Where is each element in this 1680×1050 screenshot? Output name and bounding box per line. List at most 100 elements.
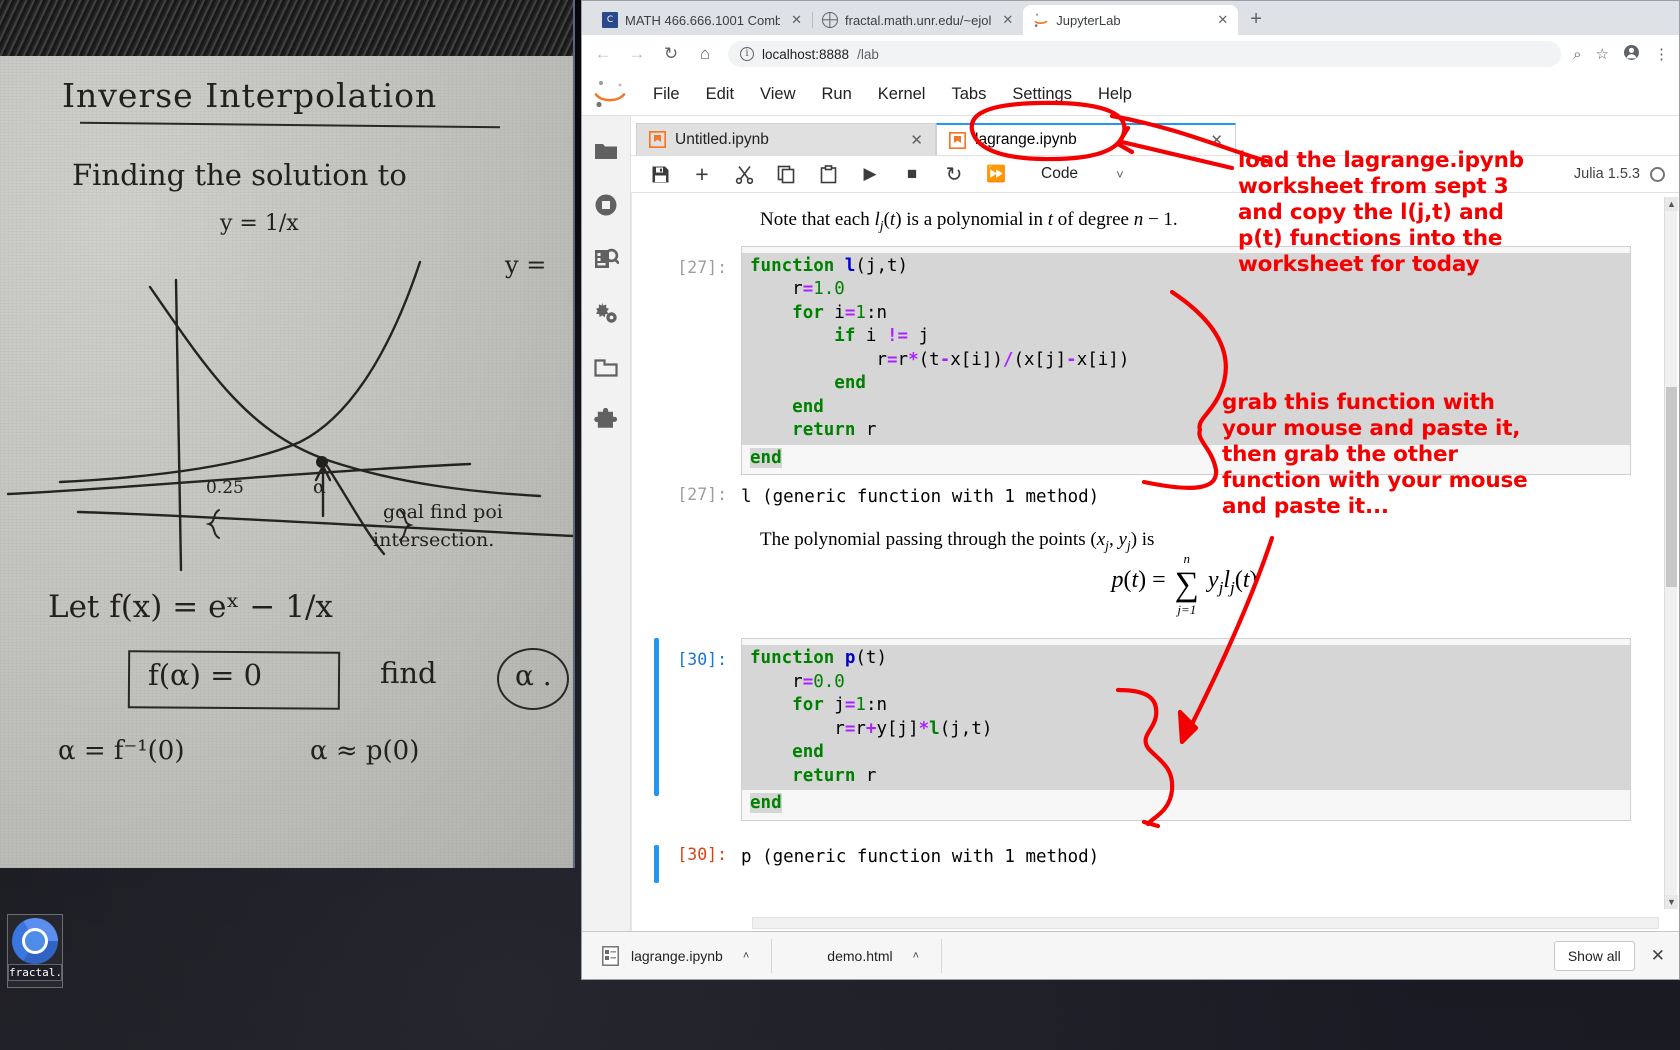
menu-file[interactable]: File <box>640 85 693 104</box>
url-host: localhost:8888 <box>762 47 849 62</box>
save-icon[interactable] <box>639 159 681 189</box>
chrome-menu-icon[interactable]: ⋮ <box>1654 45 1669 63</box>
markdown-cell-polynomial[interactable]: The polynomial passing through the point… <box>632 511 1679 616</box>
file-browser-icon[interactable] <box>593 138 619 164</box>
desktop-icon-chromium[interactable]: fractal.m <box>8 915 62 987</box>
notebook-vertical-scrollbar[interactable]: ▲ ▼ <box>1664 197 1677 909</box>
browser-tab-jupyterlab[interactable]: JupyterLab ✕ <box>1023 5 1238 35</box>
browser-tab-title: JupyterLab <box>1056 13 1120 28</box>
notebook-tab-label: lagrange.ipynb <box>975 131 1201 149</box>
menu-help[interactable]: Help <box>1085 85 1145 104</box>
profile-avatar-icon[interactable] <box>1623 44 1640 65</box>
back-icon[interactable]: ← <box>592 44 614 64</box>
notes-label-yx: y = 1/x <box>220 211 299 236</box>
close-icon[interactable]: ✕ <box>1651 946 1665 966</box>
close-icon[interactable]: ✕ <box>910 131 923 149</box>
notebook-scroll-area[interactable]: Note that each lj(t) is a polynomial in … <box>631 193 1679 931</box>
annotation-grab-function: grab this function with your mouse and p… <box>1222 390 1542 520</box>
output-cell-p: [30]: p (generic function with 1 method) <box>632 845 1679 883</box>
notebook-tab-lagrange[interactable]: lagrange.ipynb ✕ <box>936 123 1236 155</box>
bookmark-star-icon[interactable]: ☆ <box>1596 45 1609 63</box>
paste-icon[interactable] <box>807 159 849 189</box>
handwritten-notes-window[interactable]: Inverse Interpolation Finding the soluti… <box>0 0 575 868</box>
output-text: p (generic function with 1 method) <box>741 845 1679 867</box>
notebook-document-icon <box>602 946 619 966</box>
chevron-up-icon[interactable]: ˄ <box>743 950 749 962</box>
notes-alpha-approx: α ≈ p(0) <box>310 736 419 766</box>
jupyter-icon <box>1033 12 1049 28</box>
download-filename: demo.html <box>827 948 892 964</box>
menu-edit[interactable]: Edit <box>693 85 747 104</box>
kernel-idle-indicator-icon[interactable] <box>1650 167 1665 182</box>
chevron-up-icon[interactable]: ˄ <box>913 950 919 962</box>
formula-pt: p(t) = n∑j=1 yjlj(t) <box>760 566 1609 604</box>
menu-run[interactable]: Run <box>809 85 865 104</box>
zoom-icon[interactable]: ⌕ <box>1573 46 1581 63</box>
running-terminals-icon[interactable] <box>593 192 619 218</box>
close-icon[interactable]: ✕ <box>1210 131 1223 149</box>
output-prompt: [27]: <box>659 485 741 504</box>
show-all-downloads-button[interactable]: Show all <box>1554 941 1635 971</box>
open-tabs-icon[interactable] <box>593 354 619 380</box>
download-item-demo[interactable]: demo.html ˄ <box>772 939 942 973</box>
commands-icon[interactable] <box>593 246 619 272</box>
menu-view[interactable]: View <box>747 85 808 104</box>
download-item-lagrange[interactable]: lagrange.ipynb ˄ <box>596 939 772 973</box>
cell-type-value: Code <box>1041 165 1078 183</box>
browser-tab-fractal[interactable]: fractal.math.unr.edu/~ejol ✕ <box>812 5 1023 35</box>
insert-cell-icon[interactable]: + <box>681 159 723 189</box>
cut-icon[interactable] <box>723 159 765 189</box>
extension-manager-icon[interactable] <box>593 408 619 434</box>
notes-tick-025: 0.25 <box>206 478 244 498</box>
scrollbar-thumb[interactable] <box>1666 387 1677 587</box>
stop-kernel-icon[interactable]: ■ <box>891 159 933 189</box>
notebook-cells-container: Note that each lj(t) is a polynomial in … <box>632 193 1679 883</box>
restart-kernel-icon[interactable]: ↻ <box>933 159 975 189</box>
browser-tab-title: MATH 466.666.1001 Combi <box>625 13 780 28</box>
scroll-down-icon[interactable]: ▼ <box>1665 895 1678 909</box>
download-filename: lagrange.ipynb <box>631 948 723 964</box>
notes-goal-line2: intersection. <box>373 529 494 551</box>
restart-run-all-icon[interactable]: ⏩ <box>975 159 1017 189</box>
reload-icon[interactable]: ↻ <box>660 44 682 64</box>
notes-alpha-inverse: α = f⁻¹(0) <box>58 736 184 766</box>
cell-type-dropdown[interactable]: Code ˅ <box>1035 165 1130 183</box>
copy-icon[interactable] <box>765 159 807 189</box>
output-prompt: [30]: <box>659 845 741 864</box>
notes-label-ye: y = <box>505 251 546 279</box>
notebook-horizontal-scrollbar[interactable] <box>752 917 1659 929</box>
scroll-up-icon[interactable]: ▲ <box>1665 197 1678 211</box>
code-editor[interactable]: function p(t) r=0.0 for j=1:n r=r+y[j]*l… <box>741 638 1631 821</box>
property-inspector-icon[interactable] <box>593 300 619 326</box>
code-cell-p[interactable]: [30]: function p(t) r=0.0 for j=1:n r=r+… <box>632 638 1679 821</box>
close-icon[interactable]: ✕ <box>791 12 802 28</box>
notes-let-fx: Let f(x) = eˣ − 1/x <box>48 589 333 625</box>
canvas-icon: C <box>602 12 618 28</box>
kernel-name-label[interactable]: Julia 1.5.3 <box>1574 166 1640 182</box>
forward-icon[interactable]: → <box>626 44 648 64</box>
chrome-download-shelf: lagrange.ipynb ˄ demo.html ˄ Show all ✕ <box>582 931 1679 979</box>
notes-label-alpha: α <box>313 476 326 498</box>
new-tab-button[interactable]: + <box>1238 8 1274 35</box>
cell-prompt: [27]: <box>659 246 741 277</box>
menu-kernel[interactable]: Kernel <box>865 85 939 104</box>
browser-toolbar: ← → ↻ ⌂ i localhost:8888/lab ⌕ ☆ ⋮ <box>582 35 1679 73</box>
jupyter-logo-icon <box>592 79 628 109</box>
address-bar[interactable]: i localhost:8888/lab <box>728 41 1561 67</box>
menu-settings[interactable]: Settings <box>999 85 1085 104</box>
home-icon[interactable]: ⌂ <box>694 44 716 64</box>
menu-tabs[interactable]: Tabs <box>938 85 999 104</box>
run-cell-icon[interactable]: ▶ <box>849 159 891 189</box>
close-icon[interactable]: ✕ <box>1217 12 1228 28</box>
notebook-tab-untitled[interactable]: Untitled.ipynb ✕ <box>636 123 936 155</box>
site-info-icon[interactable]: i <box>740 47 754 61</box>
cell-prompt: [30]: <box>659 638 741 669</box>
desktop-icon-label: fractal.m <box>8 964 62 981</box>
close-icon[interactable]: ✕ <box>1002 12 1013 28</box>
notes-title: Inverse Interpolation <box>62 76 437 115</box>
jupyterlab-menubar: File Edit View Run Kernel Tabs Settings … <box>582 73 1679 116</box>
browser-toolbar-right: ⌕ ☆ ⋮ <box>1573 44 1669 65</box>
kernel-status-area: Julia 1.5.3 <box>1574 166 1679 182</box>
browser-tab-math466[interactable]: C MATH 466.666.1001 Combi ✕ <box>592 5 812 35</box>
globe-icon <box>822 12 838 28</box>
